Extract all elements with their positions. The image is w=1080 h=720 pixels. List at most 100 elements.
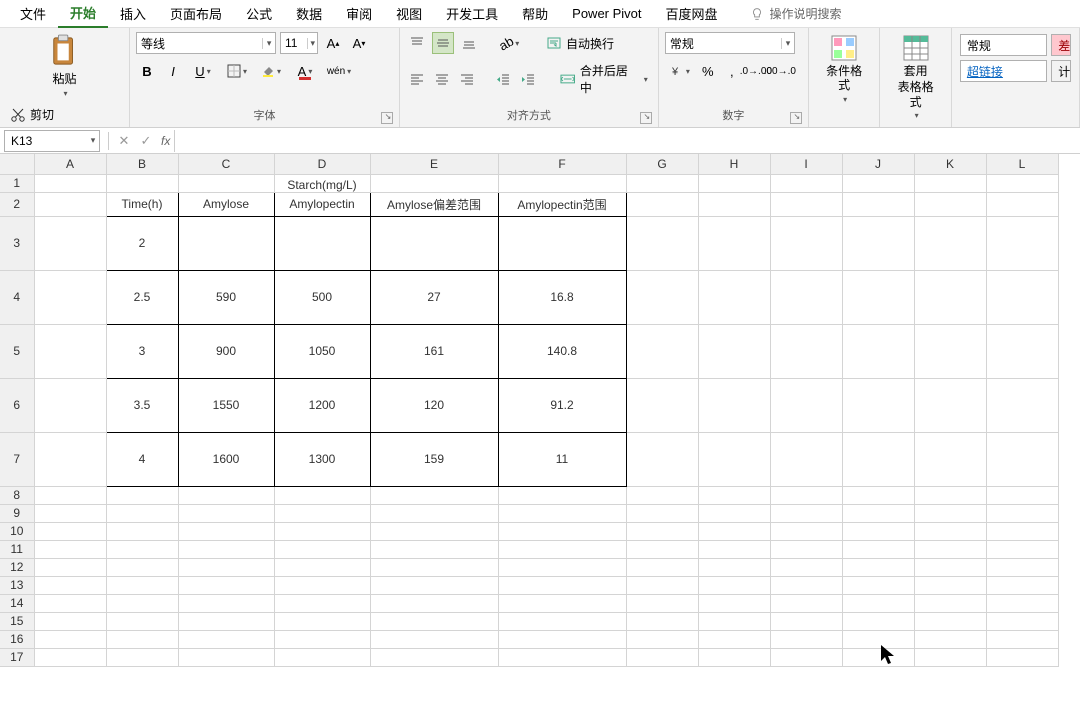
cell-B5[interactable]: 3 bbox=[106, 324, 178, 378]
cell-F15[interactable] bbox=[498, 612, 626, 630]
cell-I14[interactable] bbox=[770, 594, 842, 612]
cell-style-bad[interactable]: 差 bbox=[1051, 34, 1071, 56]
menu-view[interactable]: 视图 bbox=[384, 0, 434, 27]
row-header-4[interactable]: 4 bbox=[0, 270, 34, 324]
cell-C13[interactable] bbox=[178, 576, 274, 594]
cell-D15[interactable] bbox=[274, 612, 370, 630]
cell-E4[interactable]: 27 bbox=[370, 270, 498, 324]
italic-button[interactable]: I bbox=[162, 60, 184, 82]
cell-F16[interactable] bbox=[498, 630, 626, 648]
align-left-button[interactable] bbox=[406, 68, 427, 90]
cell-J9[interactable] bbox=[842, 504, 914, 522]
cell-F13[interactable] bbox=[498, 576, 626, 594]
cell-K17[interactable] bbox=[914, 648, 986, 666]
cell-K6[interactable] bbox=[914, 378, 986, 432]
decrease-font-button[interactable]: A▾ bbox=[348, 32, 370, 54]
cell-K1[interactable] bbox=[914, 174, 986, 192]
cell-D8[interactable] bbox=[274, 486, 370, 504]
row-header-12[interactable]: 12 bbox=[0, 558, 34, 576]
align-bottom-button[interactable] bbox=[458, 32, 480, 54]
col-header-F[interactable]: F bbox=[498, 154, 626, 174]
cell-G10[interactable] bbox=[626, 522, 698, 540]
font-size-input[interactable] bbox=[281, 36, 307, 50]
cell-K2[interactable] bbox=[914, 192, 986, 216]
font-color-button[interactable]: A ▾ bbox=[290, 60, 320, 82]
cut-button[interactable]: 剪切 bbox=[6, 104, 123, 125]
cell-A17[interactable] bbox=[34, 648, 106, 666]
cell-D12[interactable] bbox=[274, 558, 370, 576]
cell-H8[interactable] bbox=[698, 486, 770, 504]
cell-K7[interactable] bbox=[914, 432, 986, 486]
wrap-text-button[interactable]: 自动换行 bbox=[542, 33, 618, 54]
col-header-I[interactable]: I bbox=[770, 154, 842, 174]
cell-J12[interactable] bbox=[842, 558, 914, 576]
cell-A7[interactable] bbox=[34, 432, 106, 486]
cell-L7[interactable] bbox=[986, 432, 1058, 486]
cell-H17[interactable] bbox=[698, 648, 770, 666]
cell-A1[interactable] bbox=[34, 174, 106, 192]
col-header-G[interactable]: G bbox=[626, 154, 698, 174]
menu-home[interactable]: 开始 bbox=[58, 0, 108, 28]
cell-J10[interactable] bbox=[842, 522, 914, 540]
cell-I5[interactable] bbox=[770, 324, 842, 378]
cell-G13[interactable] bbox=[626, 576, 698, 594]
cell-K11[interactable] bbox=[914, 540, 986, 558]
cell-D7[interactable]: 1300 bbox=[274, 432, 370, 486]
cell-E7[interactable]: 159 bbox=[370, 432, 498, 486]
cell-E15[interactable] bbox=[370, 612, 498, 630]
cell-style-calc[interactable]: 计 bbox=[1051, 60, 1071, 82]
cell-B4[interactable]: 2.5 bbox=[106, 270, 178, 324]
cell-I12[interactable] bbox=[770, 558, 842, 576]
cell-E14[interactable] bbox=[370, 594, 498, 612]
cell-A15[interactable] bbox=[34, 612, 106, 630]
cell-L5[interactable] bbox=[986, 324, 1058, 378]
cell-F14[interactable] bbox=[498, 594, 626, 612]
phonetic-button[interactable]: wén▾ bbox=[324, 60, 354, 82]
cell-E8[interactable] bbox=[370, 486, 498, 504]
cell-C10[interactable] bbox=[178, 522, 274, 540]
cell-C16[interactable] bbox=[178, 630, 274, 648]
cell-L3[interactable] bbox=[986, 216, 1058, 270]
col-header-K[interactable]: K bbox=[914, 154, 986, 174]
bold-button[interactable]: B bbox=[136, 60, 158, 82]
menu-data[interactable]: 数据 bbox=[284, 0, 334, 27]
fx-icon[interactable]: fx bbox=[157, 134, 174, 148]
font-size-combo[interactable]: ▾ bbox=[280, 32, 318, 54]
cell-A13[interactable] bbox=[34, 576, 106, 594]
cell-B16[interactable] bbox=[106, 630, 178, 648]
menu-insert[interactable]: 插入 bbox=[108, 0, 158, 27]
cell-F8[interactable] bbox=[498, 486, 626, 504]
cell-I8[interactable] bbox=[770, 486, 842, 504]
align-right-button[interactable] bbox=[457, 68, 478, 90]
cell-E11[interactable] bbox=[370, 540, 498, 558]
increase-font-button[interactable]: A▴ bbox=[322, 32, 344, 54]
cell-F1[interactable] bbox=[498, 174, 626, 192]
orientation-button[interactable]: ab▾ bbox=[494, 32, 524, 54]
row-header-7[interactable]: 7 bbox=[0, 432, 34, 486]
cell-A2[interactable] bbox=[34, 192, 106, 216]
row-header-15[interactable]: 15 bbox=[0, 612, 34, 630]
cell-A8[interactable] bbox=[34, 486, 106, 504]
cell-C11[interactable] bbox=[178, 540, 274, 558]
cell-A10[interactable] bbox=[34, 522, 106, 540]
cell-K12[interactable] bbox=[914, 558, 986, 576]
borders-button[interactable]: ▾ bbox=[222, 60, 252, 82]
cell-L17[interactable] bbox=[986, 648, 1058, 666]
cell-B3[interactable]: 2 bbox=[106, 216, 178, 270]
cell-H16[interactable] bbox=[698, 630, 770, 648]
align-center-button[interactable] bbox=[431, 68, 452, 90]
cell-I3[interactable] bbox=[770, 216, 842, 270]
font-dialog-launcher[interactable] bbox=[381, 112, 393, 124]
cell-D13[interactable] bbox=[274, 576, 370, 594]
cell-C15[interactable] bbox=[178, 612, 274, 630]
cell-D17[interactable] bbox=[274, 648, 370, 666]
cell-D5[interactable]: 1050 bbox=[274, 324, 370, 378]
cell-C3[interactable] bbox=[178, 216, 274, 270]
menu-help[interactable]: 帮助 bbox=[510, 0, 560, 27]
cell-K13[interactable] bbox=[914, 576, 986, 594]
cell-H15[interactable] bbox=[698, 612, 770, 630]
cell-F4[interactable]: 16.8 bbox=[498, 270, 626, 324]
cell-B14[interactable] bbox=[106, 594, 178, 612]
cell-L9[interactable] bbox=[986, 504, 1058, 522]
col-header-A[interactable]: A bbox=[34, 154, 106, 174]
